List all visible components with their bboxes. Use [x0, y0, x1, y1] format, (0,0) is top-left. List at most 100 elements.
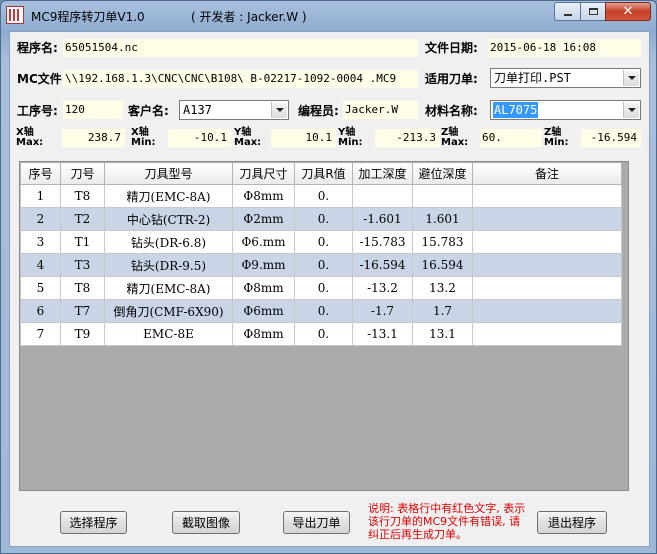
- cell-tool-size: Φ2mm: [232, 207, 295, 231]
- material-value: AL7075: [493, 102, 539, 118]
- cell-tool-radius: 0.: [294, 299, 353, 323]
- cell-tool-model: 精刀(EMC-8A): [104, 184, 233, 208]
- app-icon[interactable]: [6, 6, 24, 24]
- cell-tool-size: Φ6.mm: [232, 230, 295, 254]
- cell-index: 5: [20, 276, 61, 300]
- window-title: MC9程序转刀单V1.0: [31, 10, 145, 24]
- cell-tool-size: Φ8mm: [232, 184, 295, 208]
- col-header-tool-size[interactable]: 刀具尺寸: [232, 162, 295, 185]
- table-row[interactable]: 2 T2 中心钻(CTR-2) Φ2mm 0. -1.601 1.601: [20, 207, 622, 231]
- x-min-value[interactable]: -10.1: [168, 129, 231, 147]
- tool-table-area[interactable]: 序号 刀号 刀具型号 刀具尺寸 刀具R值 加工深度 避位深度 备注 1 T8 精刀(…: [19, 161, 629, 491]
- cell-tool-model: 倒角刀(CMF-6X90): [104, 299, 233, 323]
- title-bar[interactable]: MC9程序转刀单V1.0 ( 开发者 : Jacker.W ) ✕: [1, 1, 656, 31]
- y-max-label: Y轴 Max:: [234, 127, 262, 148]
- developer-credit: ( 开发者 : Jacker.W ): [191, 10, 307, 24]
- program-name-field[interactable]: 65051504.nc: [63, 39, 418, 57]
- cell-remarks: [472, 230, 622, 254]
- maximize-button[interactable]: [580, 2, 606, 21]
- z-min-value[interactable]: -16.594: [581, 129, 641, 147]
- cell-cut-depth: -15.783: [352, 230, 413, 254]
- customer-select[interactable]: A137: [179, 100, 289, 120]
- cell-tool-radius: 0.: [294, 322, 353, 346]
- cell-tool-no: T9: [60, 322, 105, 346]
- cell-remarks: [472, 276, 622, 300]
- process-no-label: 工序号:: [17, 104, 58, 118]
- y-min-value[interactable]: -213.3: [375, 129, 440, 147]
- z-min-label: Z轴 Min:: [544, 127, 569, 148]
- table-row[interactable]: 6 T7 倒角刀(CMF-6X90) Φ6mm 0. -1.7 1.7: [20, 299, 622, 323]
- file-date-field[interactable]: 2015-06-18 16:08: [488, 39, 641, 57]
- tool-table: 序号 刀号 刀具型号 刀具尺寸 刀具R值 加工深度 避位深度 备注 1 T8 精刀(…: [20, 162, 622, 346]
- cell-tool-radius: 0.: [294, 276, 353, 300]
- cell-tool-model: EMC-8E: [104, 322, 233, 346]
- cell-index: 4: [20, 253, 61, 277]
- table-row[interactable]: 4 T3 钻头(DR-9.5) Φ9.mm 0. -16.594 16.594: [20, 253, 622, 277]
- cell-cut-depth: -16.594: [352, 253, 413, 277]
- cell-index: 7: [20, 322, 61, 346]
- chevron-down-icon[interactable]: [623, 102, 639, 118]
- customer-value: A137: [183, 103, 212, 117]
- col-header-tool-model[interactable]: 刀具型号: [104, 162, 233, 185]
- mc-file-field[interactable]: \\192.168.1.3\CNC\CNC\B108\ B-02217-1092…: [63, 70, 418, 88]
- table-row[interactable]: 7 T9 EMC-8E Φ8mm 0. -13.1 13.1: [20, 322, 622, 346]
- capture-image-button[interactable]: 截取图像: [172, 511, 240, 534]
- cell-tool-no: T2: [60, 207, 105, 231]
- cell-tool-no: T8: [60, 276, 105, 300]
- tool-sheet-label: 适用刀单:: [425, 72, 478, 86]
- cell-tool-size: Φ9.mm: [232, 253, 295, 277]
- table-header-row: 序号 刀号 刀具型号 刀具尺寸 刀具R值 加工深度 避位深度 备注: [20, 162, 622, 185]
- tool-sheet-select[interactable]: 刀单打印.PST: [490, 68, 641, 88]
- material-select[interactable]: AL7075: [490, 100, 641, 120]
- cell-index: 6: [20, 299, 61, 323]
- col-header-tool-radius[interactable]: 刀具R值: [294, 162, 353, 185]
- y-min-label: Y轴 Min:: [338, 127, 363, 148]
- table-row[interactable]: 3 T1 钻头(DR-6.8) Φ6.mm 0. -15.783 15.783: [20, 230, 622, 254]
- cell-tool-model: 中心钻(CTR-2): [104, 207, 233, 231]
- chevron-down-icon[interactable]: [623, 70, 639, 86]
- cell-tool-no: T7: [60, 299, 105, 323]
- chevron-down-icon[interactable]: [271, 102, 287, 118]
- table-row[interactable]: 1 T8 精刀(EMC-8A) Φ8mm 0.: [20, 184, 622, 208]
- cell-tool-radius: 0.: [294, 230, 353, 254]
- x-max-value[interactable]: 238.7: [62, 129, 125, 147]
- file-date-label: 文件日期:: [425, 41, 478, 55]
- exit-program-button[interactable]: 退出程序: [537, 511, 607, 534]
- cell-clearance-depth: [412, 184, 473, 208]
- customer-label: 客户名:: [128, 104, 169, 118]
- table-row[interactable]: 5 T8 精刀(EMC-8A) Φ8mm 0. -13.2 13.2: [20, 276, 622, 300]
- export-sheet-button[interactable]: 导出刀单: [283, 511, 350, 534]
- col-header-remarks[interactable]: 备注: [472, 162, 622, 185]
- close-button[interactable]: ✕: [605, 2, 651, 21]
- col-header-cut-depth[interactable]: 加工深度: [352, 162, 413, 185]
- cell-index: 3: [20, 230, 61, 254]
- col-header-index[interactable]: 序号: [20, 162, 61, 185]
- cell-remarks: [472, 207, 622, 231]
- cell-tool-no: T3: [60, 253, 105, 277]
- app-window: MC9程序转刀单V1.0 ( 开发者 : Jacker.W ) ✕ 程序名: 6…: [0, 0, 657, 554]
- cell-remarks: [472, 299, 622, 323]
- select-program-button[interactable]: 选择程序: [60, 511, 127, 534]
- minimize-button[interactable]: [554, 2, 581, 21]
- cell-cut-depth: -1.601: [352, 207, 413, 231]
- process-no-field[interactable]: 120: [63, 101, 123, 119]
- col-header-clearance-depth[interactable]: 避位深度: [412, 162, 473, 185]
- cell-tool-no: T1: [60, 230, 105, 254]
- z-max-value[interactable]: 60.: [480, 129, 542, 147]
- maximize-icon: [588, 8, 598, 15]
- cell-index: 2: [20, 207, 61, 231]
- tool-sheet-value: 刀单打印.PST: [494, 71, 571, 85]
- x-min-label: X轴 Min:: [131, 127, 156, 148]
- mc-file-label: MC文件:: [17, 72, 67, 86]
- cell-tool-no: T8: [60, 184, 105, 208]
- x-max-label: X轴 Max:: [16, 127, 44, 148]
- col-header-tool-no[interactable]: 刀号: [60, 162, 105, 185]
- cell-tool-radius: 0.: [294, 184, 353, 208]
- close-icon: ✕: [622, 4, 634, 19]
- cell-tool-radius: 0.: [294, 207, 353, 231]
- cell-tool-radius: 0.: [294, 253, 353, 277]
- cell-cut-depth: -13.1: [352, 322, 413, 346]
- y-max-value[interactable]: 10.1: [271, 129, 336, 147]
- programmer-field[interactable]: Jacker.W: [343, 101, 418, 119]
- cell-clearance-depth: 1.7: [412, 299, 473, 323]
